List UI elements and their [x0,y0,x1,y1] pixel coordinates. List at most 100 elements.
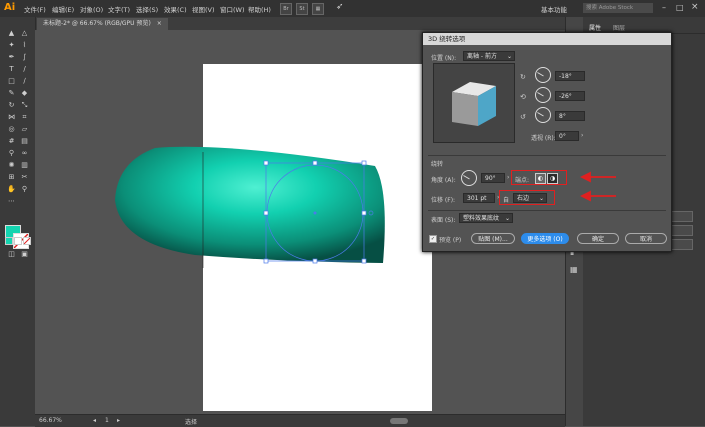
cap-off-icon[interactable]: ◑ [547,173,558,184]
color-mode-icon[interactable] [5,237,13,245]
transform-panel-icon[interactable]: ▦ [570,265,578,274]
rotate-z-input[interactable]: 8° [555,111,585,121]
lasso-tool-icon[interactable]: ⌇ [19,41,30,50]
rotate-z-dial[interactable] [535,107,551,123]
gradient-mode-icon[interactable] [14,237,22,245]
cap-label: 端点: [515,177,530,184]
artboard-number[interactable]: 1 [105,417,109,424]
perspective-input[interactable]: 0° [555,131,579,141]
mesh-tool-icon[interactable]: # [6,137,17,146]
bridge-button[interactable]: Br [280,3,292,15]
surface-label: 表面 (S): [431,217,456,224]
edit-toolbar-icon[interactable]: ⋯ [6,197,17,206]
close-window-icon[interactable]: × [691,2,699,12]
track-cube-view[interactable] [433,63,515,143]
cancel-button[interactable]: 取消 [625,233,667,244]
stock-search-input[interactable]: 搜索 Adobe Stock [583,3,653,13]
pen-tool-icon[interactable]: ✒ [6,53,17,62]
track-cube-icon[interactable] [434,64,514,142]
offset-input[interactable]: 301 pt [463,193,495,203]
menu-help[interactable]: 帮助(H) [248,4,271,14]
ok-button[interactable]: 确定 [577,233,619,244]
blend-tool-icon[interactable]: ∞ [19,149,30,158]
menu-view[interactable]: 视图(V) [192,4,215,14]
free-transform-tool-icon[interactable]: ⌗ [19,113,30,122]
menu-edit[interactable]: 编辑(E) [52,4,74,14]
offset-from-select[interactable]: 右边 ⌄ [513,193,547,203]
menu-window[interactable]: 窗口(W) [220,4,245,14]
app-logo: Ai [4,2,16,13]
symbol-sprayer-tool-icon[interactable]: ✺ [6,161,17,170]
menu-object[interactable]: 对象(O) [80,4,103,14]
slice-tool-icon[interactable]: ✂ [19,173,30,182]
tab-properties[interactable]: 属性 [589,23,601,32]
menu-type[interactable]: 文字(T) [108,4,130,14]
angle-dial[interactable] [461,170,477,186]
zoom-tool-icon[interactable]: ⚲ [19,185,30,194]
artboard-nav-prev-icon[interactable]: ◂ [93,417,96,424]
rotate-x-axis-icon: ↻ [520,73,526,81]
perspective-tool-icon[interactable]: ▱ [19,125,30,134]
hand-tool-icon[interactable]: ✋ [6,185,17,194]
rotate-x-dial[interactable] [535,67,551,83]
artboard-nav-next-icon[interactable]: ▸ [117,417,120,424]
document-tab[interactable]: 未标题-2* @ 66.67% (RGB/GPU 预览) × [37,18,168,30]
perspective-arrow-icon[interactable]: › [581,132,583,139]
stock-button[interactable]: St [296,3,308,15]
minimize-icon[interactable]: – [662,3,666,12]
cap-on-icon[interactable]: ◐ [535,173,546,184]
scale-tool-icon[interactable]: ⤡ [19,101,30,110]
arrange-icon[interactable]: ▦ [312,3,324,15]
angle-input[interactable]: 90° [481,173,505,183]
rotate-x-input[interactable]: -18° [555,71,585,81]
center-point [313,211,317,215]
dialog-title: 3D 绕转选项 [423,33,671,45]
red-arrow-icon [580,171,616,183]
none-mode-icon[interactable] [23,237,31,245]
rectangle-tool-icon[interactable]: □ [6,77,17,86]
position-select[interactable]: 离轴 - 前方 ⌄ [463,51,515,61]
offset-from-label: 自 [503,197,510,204]
gradient-tool-icon[interactable]: ▤ [19,137,30,146]
selection-tool-icon[interactable]: ▲ [6,29,17,38]
maximize-icon[interactable]: □ [676,3,684,12]
zoom-level[interactable]: 66.67% [39,417,62,424]
screen-mode-icon[interactable]: ▣ [19,250,30,259]
shape-builder-tool-icon[interactable]: ◎ [6,125,17,134]
document-tab-close-icon[interactable]: × [157,20,162,27]
menu-effect[interactable]: 效果(C) [164,4,187,14]
eraser-tool-icon[interactable]: ◆ [19,89,30,98]
more-options-button[interactable]: 更多选项 (O) [521,233,569,244]
direct-selection-tool-icon[interactable]: △ [19,29,30,38]
menu-select[interactable]: 选择(S) [136,4,158,14]
eyedropper-tool-icon[interactable]: ⚲ [6,149,17,158]
shaper-tool-icon[interactable]: ✎ [6,89,17,98]
rotate-tool-icon[interactable]: ↻ [6,101,17,110]
rotate-z-axis-icon: ↺ [520,113,526,121]
feather-icon[interactable]: ➶ [336,2,344,12]
artboard-tool-icon[interactable]: ⊞ [6,173,17,182]
chevron-down-icon: ⌄ [538,195,544,202]
brush-tool-icon[interactable]: ∕ [19,77,30,86]
horizontal-scrollbar-thumb[interactable] [390,418,408,424]
section-divider [428,155,666,156]
angle-arrow-icon[interactable]: › [507,174,509,181]
type-tool-icon[interactable]: T [6,65,17,74]
width-tool-icon[interactable]: ⋈ [6,113,17,122]
status-bar: 66.67% ◂ 1 ▸ 选择 [35,414,565,427]
map-art-button[interactable]: 贴图 (M)... [471,233,515,244]
menu-bar: Ai 文件(F) 编辑(E) 对象(O) 文字(T) 选择(S) 效果(C) 视… [0,0,705,17]
column-graph-tool-icon[interactable]: ▥ [19,161,30,170]
curvature-tool-icon[interactable]: ∫ [19,53,30,62]
workspace-switcher[interactable]: 基本功能 [541,4,567,14]
menu-file[interactable]: 文件(F) [24,4,46,14]
surface-select[interactable]: 塑料效果底纹 ⌄ [459,213,513,223]
rotate-y-input[interactable]: -26° [555,91,585,101]
draw-mode-icon[interactable]: ◫ [6,250,17,259]
line-tool-icon[interactable]: / [19,65,30,74]
tube-body [115,146,385,263]
rotate-y-dial[interactable] [535,87,551,103]
tab-layers[interactable]: 图层 [613,23,625,32]
preview-checkbox[interactable]: ✓ [429,235,437,243]
magic-wand-tool-icon[interactable]: ✦ [6,41,17,50]
